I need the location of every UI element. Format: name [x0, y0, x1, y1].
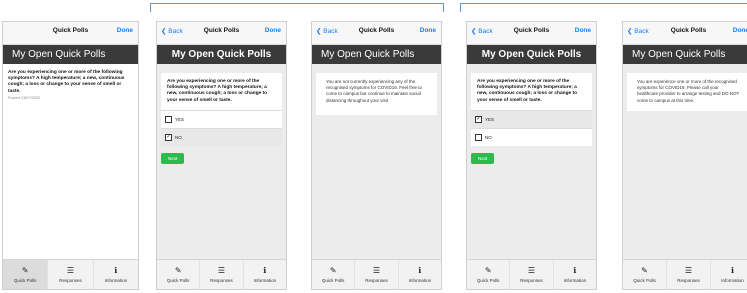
tab-bar: ✎ Quick Polls ☰ Responses ℹ Information [623, 259, 747, 289]
list-icon: ☰ [684, 266, 693, 275]
screen-result-no-symptoms: ❮ Back Quick Polls Done My Open Quick Po… [311, 21, 442, 290]
option-no[interactable]: ✓ NO [161, 127, 282, 146]
page-title: My Open Quick Polls [623, 45, 747, 64]
done-button[interactable]: Done [420, 27, 436, 34]
tab-quick-polls[interactable]: ✎ Quick Polls [467, 260, 509, 289]
tab-responses[interactable]: ☰ Responses [666, 260, 710, 289]
page-title: My Open Quick Polls [312, 45, 441, 64]
info-icon: ℹ [418, 266, 422, 275]
tab-responses[interactable]: ☰ Responses [199, 260, 242, 289]
page-title: My Open Quick Polls [3, 45, 138, 64]
tab-information[interactable]: ℹ Information [397, 260, 441, 289]
nav-bar: ❮ Back Quick Polls Done [623, 22, 747, 45]
tab-bar: ✎ Quick Polls ☰ Responses ℹ Information [312, 259, 441, 289]
done-button[interactable]: Done [733, 27, 747, 34]
poll-posted-date: Posted 13/07/2020 [8, 95, 40, 100]
list-icon: ☰ [66, 266, 75, 275]
tab-bar: ✎ Quick Polls ☰ Responses ℹ Information [157, 259, 286, 289]
screen-result-has-symptoms: ❮ Back Quick Polls Done My Open Quick Po… [622, 21, 747, 290]
poll-card: Are you experiencing one or more of the … [161, 73, 282, 146]
option-no[interactable]: NO [471, 127, 592, 146]
screen-poll-answer-yes: ❮ Back Quick Polls Done My Open Quick Po… [466, 21, 597, 290]
tab-information[interactable]: ℹ Information [710, 260, 747, 289]
next-button[interactable]: Next [161, 152, 185, 164]
flow-bracket-left [150, 3, 444, 12]
checkbox-checked-icon: ✓ [165, 133, 172, 141]
edit-icon: ✎ [329, 266, 337, 275]
tab-quick-polls[interactable]: ✎ Quick Polls [3, 260, 48, 289]
flow-bracket-right [460, 3, 747, 12]
edit-icon: ✎ [641, 266, 648, 275]
list-icon: ☰ [217, 266, 226, 275]
tab-information[interactable]: ℹ Information [552, 260, 596, 289]
tab-bar: ✎ Quick Polls ☰ Responses ℹ Information [467, 259, 596, 289]
done-button[interactable]: Done [117, 27, 133, 34]
poll-question: Are you experiencing one or more of the … [8, 70, 125, 94]
poll-list-item[interactable]: Are you experiencing one or more of the … [8, 70, 133, 100]
tab-responses[interactable]: ☰ Responses [47, 260, 92, 289]
tab-information[interactable]: ℹ Information [92, 260, 138, 289]
page-title: My Open Quick Polls [157, 45, 286, 64]
result-message: You are experience one or more of the re… [637, 79, 740, 103]
edit-icon: ✎ [21, 266, 29, 275]
nav-bar: ❮ Back Quick Polls Done [312, 22, 441, 45]
edit-icon: ✎ [484, 266, 492, 275]
option-yes[interactable]: ✓ YES [471, 109, 592, 128]
tab-quick-polls[interactable]: ✎ Quick Polls [312, 260, 354, 289]
checkbox-checked-icon: ✓ [475, 115, 482, 123]
tab-bar: ✎ Quick Polls ☰ Responses ℹ Information [3, 259, 138, 289]
poll-question: Are you experiencing one or more of the … [167, 79, 268, 103]
page-title: My Open Quick Polls [467, 45, 596, 64]
info-icon: ℹ [114, 266, 118, 275]
poll-list: Are you experiencing one or more of the … [3, 64, 138, 272]
done-button[interactable]: Done [575, 27, 591, 34]
info-icon: ℹ [263, 266, 267, 275]
done-button[interactable]: Done [265, 27, 281, 34]
tab-information[interactable]: ℹ Information [242, 260, 286, 289]
result-card: You are experience one or more of the re… [627, 73, 747, 111]
nav-bar: ❮ Back Quick Polls Done [157, 22, 286, 45]
poll-question: Are you experiencing one or more of the … [477, 79, 578, 103]
list-icon: ☰ [527, 266, 536, 275]
screen-poll-list: Quick Polls Done My Open Quick Polls Are… [2, 21, 139, 290]
nav-bar: Quick Polls Done [3, 22, 138, 45]
nav-title: Quick Polls [670, 27, 707, 34]
screen-poll-answer-no: ❮ Back Quick Polls Done My Open Quick Po… [156, 21, 287, 290]
checkbox-icon [475, 133, 482, 141]
result-card: You are not currently experiencing any o… [316, 73, 437, 115]
option-yes[interactable]: YES [161, 109, 282, 128]
tab-responses[interactable]: ☰ Responses [354, 260, 397, 289]
tab-quick-polls[interactable]: ✎ Quick Polls [623, 260, 666, 289]
info-icon: ℹ [573, 266, 577, 275]
nav-bar: ❮ Back Quick Polls Done [467, 22, 596, 45]
edit-icon: ✎ [174, 266, 182, 275]
info-icon: ℹ [730, 266, 735, 275]
next-button[interactable]: Next [471, 152, 495, 164]
list-icon: ☰ [372, 266, 381, 275]
poll-card: Are you experiencing one or more of the … [471, 73, 592, 146]
tab-quick-polls[interactable]: ✎ Quick Polls [157, 260, 199, 289]
tab-responses[interactable]: ☰ Responses [509, 260, 552, 289]
checkbox-icon [165, 115, 172, 123]
result-message: You are not currently experiencing any o… [326, 79, 423, 103]
